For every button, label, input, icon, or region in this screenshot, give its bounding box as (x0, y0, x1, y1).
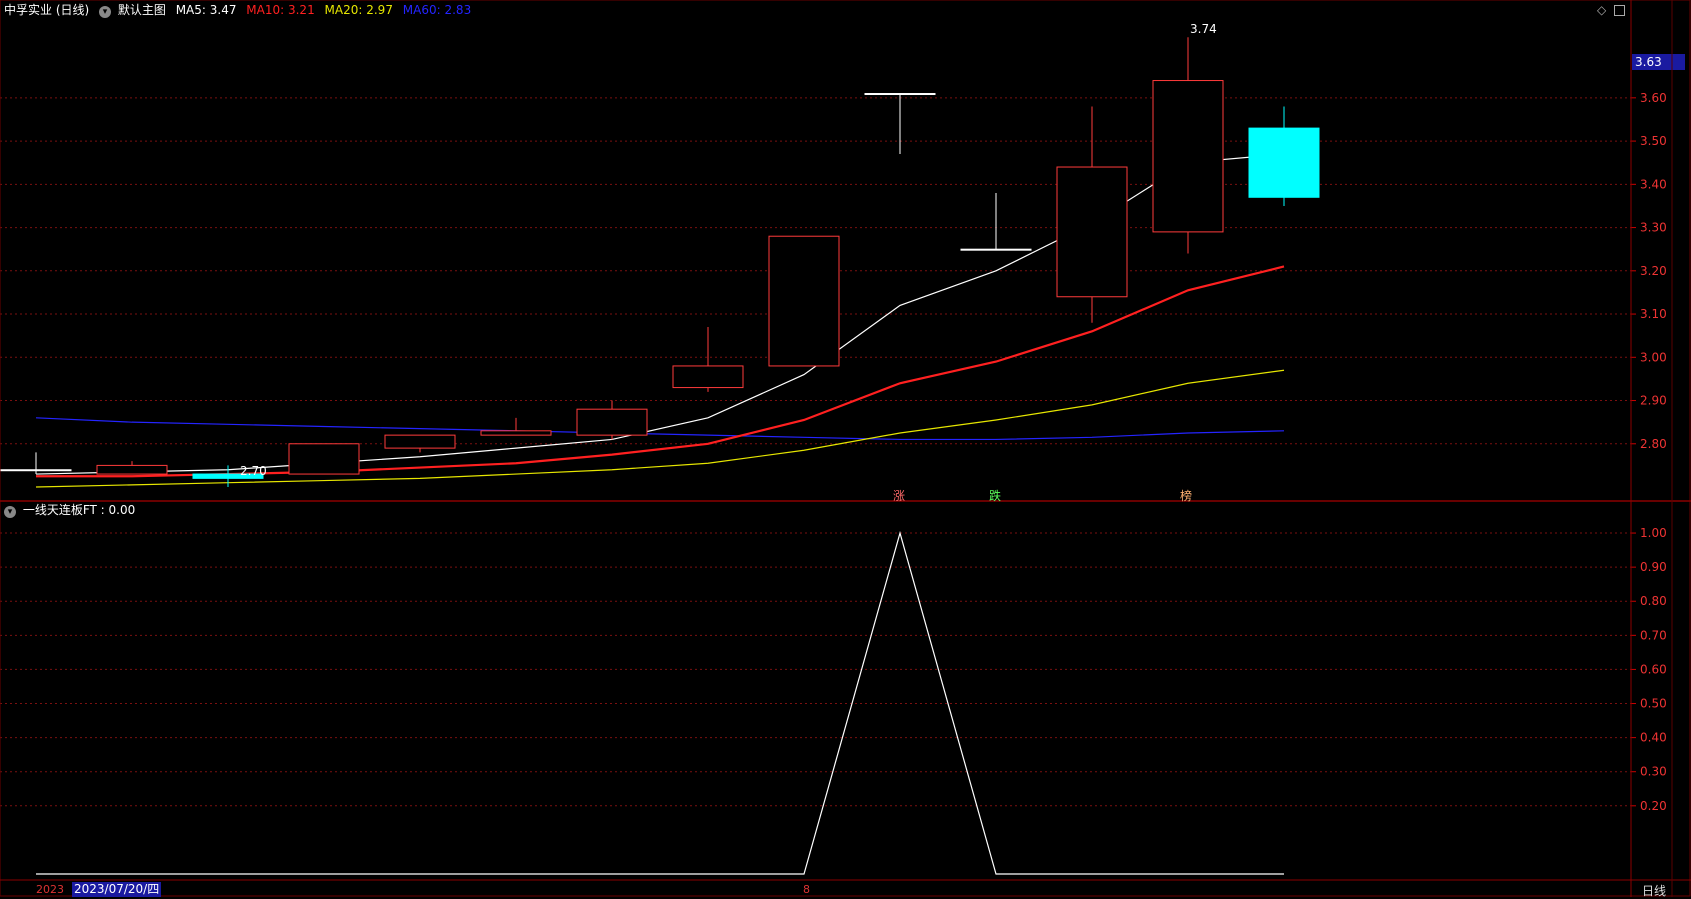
indicator-tick-label: 0.50 (1640, 697, 1667, 711)
indicator-tick-label: 0.90 (1640, 560, 1667, 574)
candle (288, 443, 360, 475)
price-tick-label: 3.00 (1640, 350, 1667, 364)
indicator-tick-label: 0.30 (1640, 765, 1667, 779)
indicator-tick-label: 0.70 (1640, 628, 1667, 642)
bang-marker[interactable]: 榜 (1180, 487, 1192, 504)
candle-body (384, 434, 456, 449)
price-tick-label: 2.90 (1640, 394, 1667, 408)
price-tick-label: 3.30 (1640, 221, 1667, 235)
price-tick-label: 3.50 (1640, 134, 1667, 148)
kline-chart[interactable]: 3.60 3.50 3.40 3.30 3.20 3.10 3.00 2.90 2.80 1.00… (0, 0, 1691, 897)
zhang-marker[interactable]: 涨 (893, 487, 905, 504)
month-mark: 8 (803, 883, 810, 896)
candle (768, 235, 840, 367)
price-tick-label: 3.20 (1640, 264, 1667, 278)
period-label[interactable]: 日线 (1642, 882, 1666, 899)
price-tick-label: 3.40 (1640, 177, 1667, 191)
candle (1248, 106, 1320, 206)
candle (384, 434, 456, 453)
candle-body (96, 464, 168, 475)
outer-frame (0, 0, 1691, 897)
price-tick-label: 2.80 (1640, 437, 1667, 451)
candle (1152, 37, 1224, 254)
high-price-annotation: 3.74 (1190, 22, 1217, 36)
candle (0, 452, 72, 475)
candle-body (960, 248, 1032, 251)
candle (960, 192, 1032, 251)
candle (96, 461, 168, 475)
candle-body (1152, 80, 1224, 233)
candle-body (1056, 166, 1128, 298)
candle (672, 327, 744, 392)
low-price-annotation: 2.70 (240, 464, 267, 478)
indicator-tick-label: 1.00 (1640, 526, 1667, 540)
indicator-tick-label: 0.60 (1640, 662, 1667, 676)
cursor-date: 2023/07/20/四 (72, 882, 162, 897)
candle-body (576, 408, 648, 436)
indicator-tick-label: 0.20 (1640, 799, 1667, 813)
candle-body (480, 430, 552, 436)
indicator-tick-label: 0.80 (1640, 594, 1667, 608)
candle-body (768, 235, 840, 367)
candle-body (288, 443, 360, 475)
price-tick-label: 3.60 (1640, 91, 1667, 105)
candle (576, 400, 648, 440)
price-tick-label: 3.10 (1640, 307, 1667, 321)
candle-body (0, 469, 72, 472)
die-marker[interactable]: 跌 (989, 487, 1001, 504)
candle (1056, 106, 1128, 323)
candle (864, 93, 936, 155)
candle-body (1248, 127, 1320, 198)
ma10-line (36, 265, 1285, 478)
candle (480, 417, 552, 436)
indicator-tick-label: 0.40 (1640, 731, 1667, 745)
candle-body (672, 365, 744, 389)
candle-body (864, 93, 936, 96)
date-prefix: 2023 (36, 883, 64, 896)
